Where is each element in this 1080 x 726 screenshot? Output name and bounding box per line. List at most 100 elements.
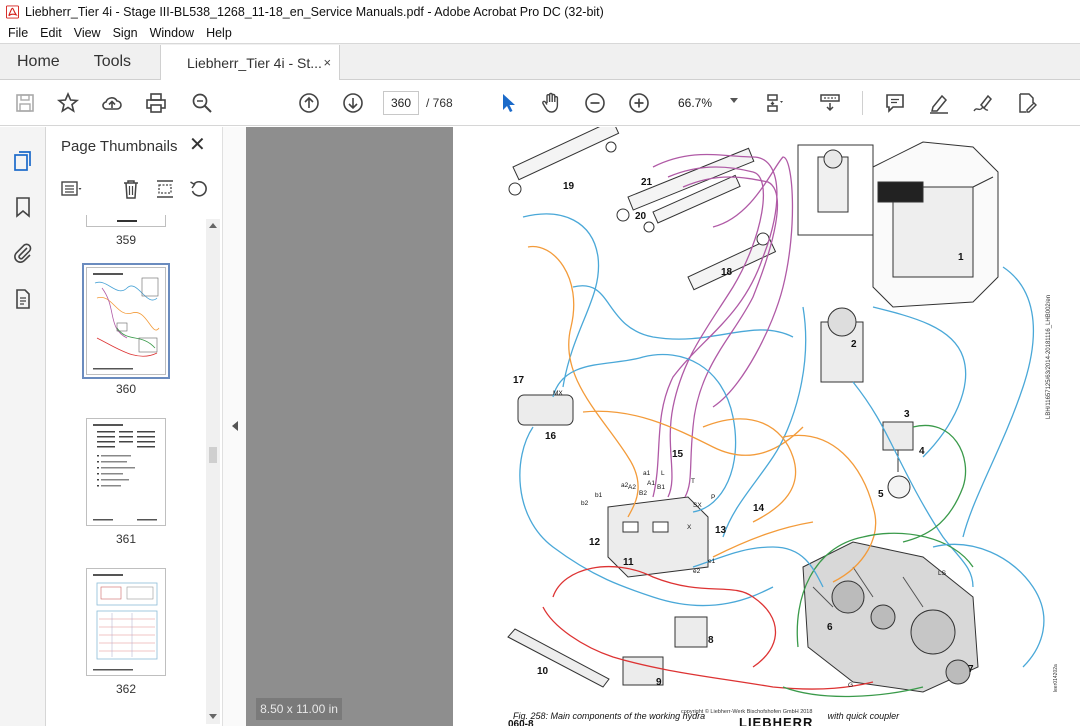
svg-text:11: 11 (623, 557, 634, 568)
collapse-panel-icon[interactable] (232, 421, 238, 431)
fit-page-icon[interactable] (763, 91, 787, 115)
zoom-value: 66.7% (678, 96, 713, 110)
menu-view[interactable]: View (68, 26, 107, 40)
pdf-page: 19 21 20 18 1 2 3 4 5 6 7 8 9 10 11 12 1… (453, 127, 1080, 726)
svg-text:6: 6 (827, 622, 833, 633)
zoom-out-icon[interactable] (583, 91, 607, 115)
save-icon[interactable] (13, 91, 37, 115)
document-layers-icon[interactable] (11, 287, 35, 311)
window-title: Liebherr_Tier 4i - Stage III-BL538_1268_… (25, 4, 604, 19)
hand-icon[interactable] (539, 91, 563, 115)
svg-text:A2: A2 (628, 484, 636, 491)
thumbnail-page-360[interactable] (82, 263, 170, 379)
tab-tools[interactable]: Tools (77, 44, 148, 79)
svg-text:8: 8 (708, 635, 714, 646)
panel-splitter[interactable] (222, 127, 246, 726)
svg-text:P: P (711, 494, 715, 501)
svg-text:b1: b1 (595, 492, 603, 499)
thumbnail-scrollbar[interactable] (206, 219, 220, 724)
scroll-up-icon[interactable] (209, 223, 217, 228)
rotate-icon[interactable] (188, 178, 210, 200)
scroll-mode-icon[interactable] (818, 91, 842, 115)
svg-text:T: T (691, 478, 695, 485)
menu-file[interactable]: File (2, 26, 34, 40)
svg-text:5: 5 (878, 489, 884, 500)
svg-text:18: 18 (721, 267, 733, 278)
select-arrow-icon[interactable] (496, 91, 520, 115)
caption-tail: with quick coupler (827, 711, 900, 721)
zoom-dropdown[interactable]: 66.7% (668, 91, 746, 115)
print-icon[interactable] (144, 91, 168, 115)
thumbnail-preview (93, 574, 158, 671)
chevron-down-icon (730, 98, 738, 103)
thumbnail-options-icon[interactable] (60, 178, 82, 200)
comment-icon[interactable] (883, 91, 907, 115)
page-down-icon[interactable] (341, 91, 365, 115)
sign-icon[interactable] (971, 91, 995, 115)
valve-3-4 (882, 421, 914, 499)
svg-text:LS: LS (938, 570, 947, 577)
cylinder-18 (687, 232, 777, 291)
menu-sign[interactable]: Sign (107, 26, 144, 40)
svg-text:4: 4 (919, 446, 925, 457)
thumbnail-list: 359 360 361 362 (46, 215, 206, 726)
svg-text:16: 16 (545, 431, 557, 442)
svg-text:10: 10 (537, 666, 549, 677)
delete-icon[interactable] (120, 178, 142, 200)
thumbnail-label: 362 (115, 682, 137, 696)
close-tab-icon[interactable]: × (323, 55, 331, 70)
svg-text:21: 21 (641, 177, 653, 188)
line-10 (507, 628, 610, 688)
svg-text:MX: MX (553, 390, 563, 397)
document-side-code: LBH/11657125/63/2014-20181116_LHB002/en (1046, 294, 1052, 419)
page-up-icon[interactable] (297, 91, 321, 115)
liebherr-logo: LIEBHERR (739, 715, 814, 726)
thumbnail-page-361[interactable] (86, 418, 166, 526)
svg-text:17: 17 (513, 375, 525, 386)
thumbnail-tools (46, 175, 222, 205)
thumbnail-page-362[interactable] (86, 568, 166, 676)
svg-text:B1: B1 (657, 484, 665, 491)
pilot-valve-2 (820, 307, 864, 383)
svg-text:A1: A1 (647, 480, 655, 487)
thumbnail-page-359[interactable] (86, 215, 166, 227)
page-number-input[interactable]: 360 (383, 91, 419, 115)
bookmark-star-icon[interactable] (56, 91, 80, 115)
svg-text:G: G (848, 682, 853, 689)
zoom-in-icon[interactable] (627, 91, 651, 115)
find-zoom-icon[interactable] (190, 91, 214, 115)
highlight-icon[interactable] (927, 91, 951, 115)
tab-document[interactable]: Liebherr_Tier 4i - St... × (160, 45, 341, 80)
svg-text:e2: e2 (693, 568, 701, 575)
svg-text:2: 2 (851, 339, 857, 350)
extract-pages-icon[interactable] (154, 178, 176, 200)
scrollbar-thumb[interactable] (209, 447, 217, 463)
upload-icon[interactable] (100, 91, 124, 115)
tab-home[interactable]: Home (0, 44, 77, 79)
svg-text:20: 20 (635, 211, 647, 222)
motor-16 (517, 394, 574, 426)
menu-help[interactable]: Help (200, 26, 238, 40)
menu-bar: File Edit View Sign Window Help (0, 23, 1080, 43)
thumbnail-preview (93, 424, 157, 521)
thumbnail-label: 360 (115, 382, 137, 396)
pump-assembly (802, 541, 979, 693)
svg-text:1: 1 (958, 252, 964, 263)
svg-text:a1: a1 (643, 470, 651, 477)
page-total: / 768 (426, 96, 453, 110)
page-thumbnails-icon[interactable] (11, 149, 35, 173)
menu-edit[interactable]: Edit (34, 26, 68, 40)
svg-text:7: 7 (968, 664, 974, 675)
attachments-icon[interactable] (11, 241, 35, 265)
svg-text:b2: b2 (581, 500, 589, 507)
document-viewport[interactable]: 19 21 20 18 1 2 3 4 5 6 7 8 9 10 11 12 1… (246, 127, 1080, 726)
menu-window[interactable]: Window (144, 26, 200, 40)
scroll-down-icon[interactable] (209, 714, 217, 719)
svg-text:L: L (661, 470, 665, 477)
bookmarks-icon[interactable] (11, 195, 35, 219)
svg-text:19: 19 (563, 181, 575, 192)
svg-text:3: 3 (904, 409, 910, 420)
tank-1 (872, 141, 999, 308)
close-panel-icon[interactable]: ✕ (189, 135, 206, 155)
edit-pdf-icon[interactable] (1015, 91, 1039, 115)
